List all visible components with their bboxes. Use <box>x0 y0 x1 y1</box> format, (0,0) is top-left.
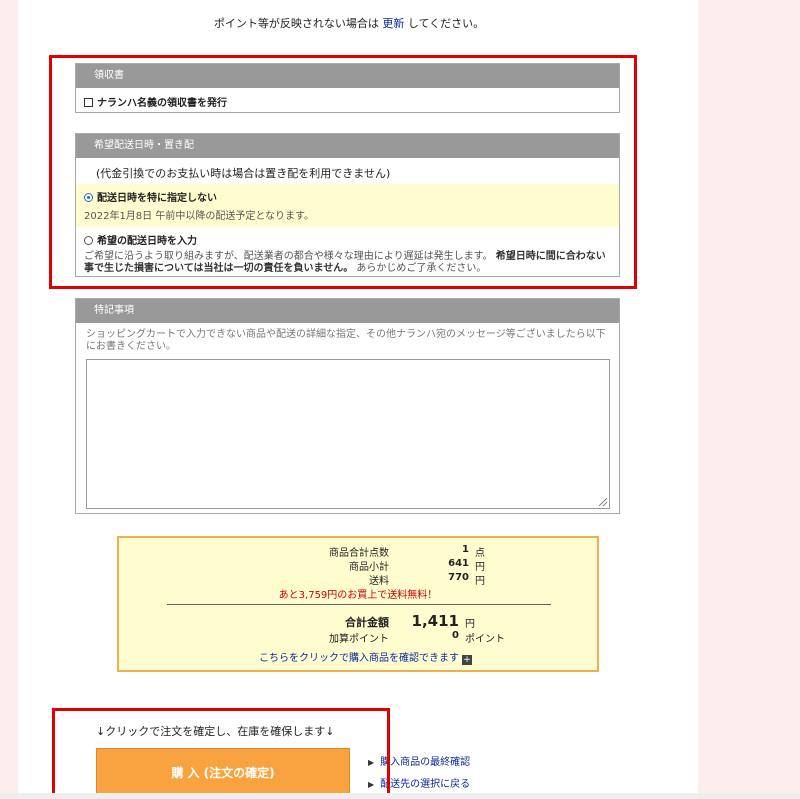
remarks-header: 特記事項 <box>76 299 619 323</box>
remarks-panel: 特記事項 ショッピングカートで入力できない商品や配送の詳細な指定、その他ナランハ… <box>75 298 620 514</box>
horizontal-scrollbar[interactable] <box>0 793 800 799</box>
summary-divider <box>167 604 551 605</box>
main-content: ポイント等が反映されない場合は 更新 してください。 領収書 ナランハ名義の領収… <box>0 0 698 799</box>
remarks-instruction: ショッピングカートで入力できない商品や配送の詳細な指定、その他ナランハ宛のメッセ… <box>86 329 606 352</box>
confirm-items-link[interactable]: こちらをクリックで購入商品を確認できます + <box>259 649 472 665</box>
expand-plus-icon[interactable]: + <box>462 655 472 665</box>
free-shipping-note: あと3,759円のお買上で送料無料！ <box>278 590 438 601</box>
order-summary: 商品合計点数 1 点 商品小計 641 円 送料 770 円 あと3,759円の… <box>117 536 599 672</box>
resize-grip-icon[interactable] <box>599 498 607 506</box>
highlight-box-delivery <box>49 55 637 289</box>
refresh-link[interactable]: 更新 <box>382 17 404 30</box>
left-margin <box>0 0 18 799</box>
highlight-box-purchase <box>52 708 390 797</box>
refresh-notice: ポイント等が反映されない場合は 更新 してください。 <box>213 17 485 30</box>
remarks-textarea[interactable] <box>86 359 610 509</box>
